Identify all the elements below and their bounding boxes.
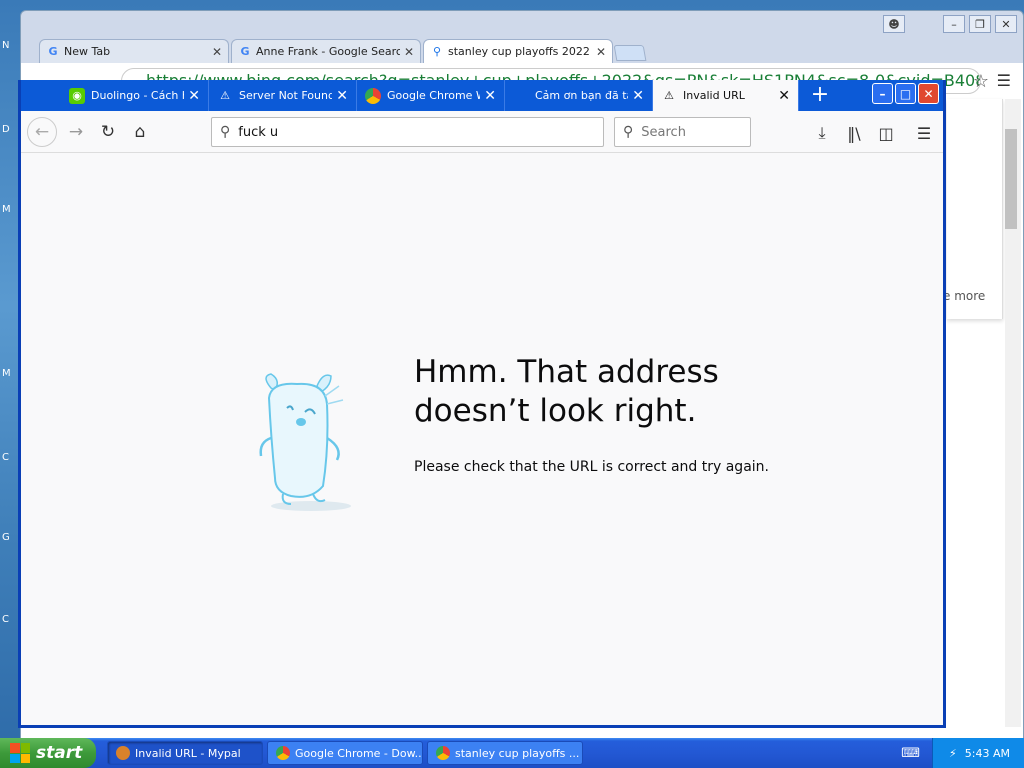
clock[interactable]: 5:43 AM — [965, 747, 1010, 760]
taskbar-item-label: stanley cup playoffs ... — [455, 746, 580, 760]
system-tray: ⚡ 5:43 AM — [932, 738, 1024, 768]
close-button[interactable]: ✕ — [918, 83, 939, 104]
chrome-tab-strip: G New Tab ✕ G Anne Frank - Google Search… — [39, 39, 647, 63]
chrome-tab-active[interactable]: ⚲ stanley cup playoffs 2022 - S ✕ — [423, 39, 613, 63]
new-tab-button[interactable]: + — [805, 83, 835, 109]
profile-icon[interactable]: ☻ — [883, 15, 905, 33]
close-icon[interactable]: ✕ — [484, 88, 496, 104]
firefox-tab-label: Cảm ơn bạn đã tải — [535, 89, 629, 102]
error-title-line: doesn’t look right. — [414, 393, 697, 429]
taskbar-item-label: Invalid URL - Mypal — [135, 746, 241, 760]
see-more-link[interactable]: e more — [943, 289, 985, 303]
firefox-tab-label: Google Chrome W — [387, 89, 481, 102]
menu-icon[interactable]: ☰ — [912, 121, 936, 145]
firefox-window[interactable]: ◉ Duolingo - Cách h ✕ ⚠ Server Not Found… — [18, 80, 946, 728]
start-button[interactable]: start — [0, 738, 96, 768]
firefox-navigation-bar: ← → ↻ ⌂ ⚲ fuck u ⚲ Search ⤓ ‖\ ◫ ☰ — [21, 111, 943, 153]
desktop-icon-label: M — [2, 368, 11, 379]
google-icon: G — [240, 45, 250, 58]
warning-icon: ⚠ — [664, 89, 674, 102]
close-icon[interactable]: ✕ — [596, 45, 606, 59]
maximize-button[interactable]: □ — [895, 83, 916, 104]
taskbar-item[interactable]: Google Chrome - Dow... — [267, 741, 423, 765]
firefox-tab[interactable]: Google Chrome W ✕ — [357, 80, 505, 111]
scrollbar[interactable] — [1005, 99, 1021, 727]
firefox-tab-active[interactable]: ⚠ Invalid URL ✕ — [653, 80, 799, 111]
chrome-tab-label: stanley cup playoffs 2022 - S — [448, 45, 592, 58]
reload-button[interactable]: ↻ — [93, 117, 123, 147]
search-placeholder[interactable]: Search — [641, 125, 686, 140]
home-button[interactable]: ⌂ — [125, 117, 155, 147]
menu-icon[interactable]: ☰ — [997, 71, 1011, 90]
firefox-window-controls: – □ ✕ — [872, 83, 939, 104]
scrollbar-thumb[interactable] — [1005, 129, 1017, 229]
chrome-icon — [436, 746, 450, 760]
blank-page-icon — [513, 88, 529, 104]
url-bar-value[interactable]: fuck u — [238, 125, 278, 140]
close-button[interactable]: ✕ — [995, 15, 1017, 33]
star-icon[interactable]: ☆ — [973, 71, 989, 92]
warning-icon: ⚠ — [220, 89, 230, 102]
new-tab-button[interactable] — [613, 45, 647, 61]
firefox-tab[interactable]: Cảm ơn bạn đã tải ✕ — [505, 80, 653, 111]
library-icon[interactable]: ‖\ — [842, 121, 866, 145]
firefox-tab-strip: ◉ Duolingo - Cách h ✕ ⚠ Server Not Found… — [61, 80, 799, 111]
duolingo-icon: ◉ — [69, 87, 85, 104]
chrome-window-controls: – ❐ ✕ — [943, 15, 1017, 33]
desktop-icon-label: C — [2, 614, 9, 625]
error-title: Hmm. That address doesn’t look right. — [414, 353, 814, 431]
close-icon[interactable]: ✕ — [632, 88, 644, 104]
chrome-titlebar[interactable]: ☻ – ❐ ✕ — [21, 11, 1023, 39]
firefox-tab-label: Server Not Found — [239, 89, 333, 102]
close-icon[interactable]: ✕ — [404, 45, 414, 59]
firefox-tab-label: Invalid URL — [683, 89, 745, 102]
chrome-icon — [276, 746, 290, 760]
close-icon[interactable]: ✕ — [336, 88, 348, 104]
minimize-button[interactable]: – — [872, 83, 893, 104]
desktop-icon-label: N — [2, 40, 10, 51]
chrome-tab[interactable]: G New Tab ✕ — [39, 39, 229, 63]
taskbar-item[interactable]: Invalid URL - Mypal — [107, 741, 263, 765]
close-icon[interactable]: ✕ — [778, 88, 790, 104]
network-icon[interactable]: ⚡ — [949, 747, 957, 760]
search-icon: ⚲ — [220, 124, 231, 140]
error-title-line: Hmm. That address — [414, 354, 719, 390]
firefox-tab-label: Duolingo - Cách h — [91, 89, 185, 102]
error-description: Please check that the URL is correct and… — [414, 459, 769, 475]
keyboard-icon[interactable]: ⌨ — [901, 746, 920, 761]
error-mascot-illustration — [259, 373, 351, 511]
close-icon[interactable]: ✕ — [212, 45, 222, 59]
back-button[interactable]: ← — [27, 117, 57, 147]
taskbar-item-label: Google Chrome - Dow... — [295, 746, 423, 760]
url-bar[interactable]: ⚲ fuck u — [211, 117, 604, 147]
search-icon: ⚲ — [623, 124, 634, 140]
restore-button[interactable]: ❐ — [969, 15, 991, 33]
windows-logo-icon — [10, 743, 30, 763]
search-icon: ⚲ — [432, 45, 442, 58]
sidebar-icon[interactable]: ◫ — [874, 121, 898, 145]
desktop-icon-label: M — [2, 204, 11, 215]
taskbar-item[interactable]: stanley cup playoffs ... — [427, 741, 583, 765]
google-icon: G — [48, 45, 58, 58]
result-card — [947, 99, 1003, 319]
start-label: start — [36, 743, 83, 763]
chrome-tab-label: New Tab — [64, 45, 111, 58]
desktop-icon-label: G — [2, 532, 10, 543]
firefox-tab-bar: ◉ Duolingo - Cách h ✕ ⚠ Server Not Found… — [21, 80, 943, 111]
firefox-tab[interactable]: ⚠ Server Not Found ✕ — [209, 80, 357, 111]
error-page: Hmm. That address doesn’t look right. Pl… — [21, 153, 943, 725]
desktop-icon-label: D — [2, 124, 10, 135]
mypal-icon — [116, 746, 130, 760]
taskbar: start Invalid URL - Mypal Google Chrome … — [0, 738, 1024, 768]
chrome-icon — [365, 87, 381, 104]
firefox-tab[interactable]: ◉ Duolingo - Cách h ✕ — [61, 80, 209, 111]
download-icon[interactable]: ⤓ — [810, 121, 834, 145]
search-box[interactable]: ⚲ Search — [614, 117, 751, 147]
minimize-button[interactable]: – — [943, 15, 965, 33]
chrome-tab[interactable]: G Anne Frank - Google Search ✕ — [231, 39, 421, 63]
forward-button[interactable]: → — [61, 117, 91, 147]
desktop-icon-label: C — [2, 452, 9, 463]
chrome-tab-label: Anne Frank - Google Search — [256, 45, 400, 58]
close-icon[interactable]: ✕ — [188, 88, 200, 104]
